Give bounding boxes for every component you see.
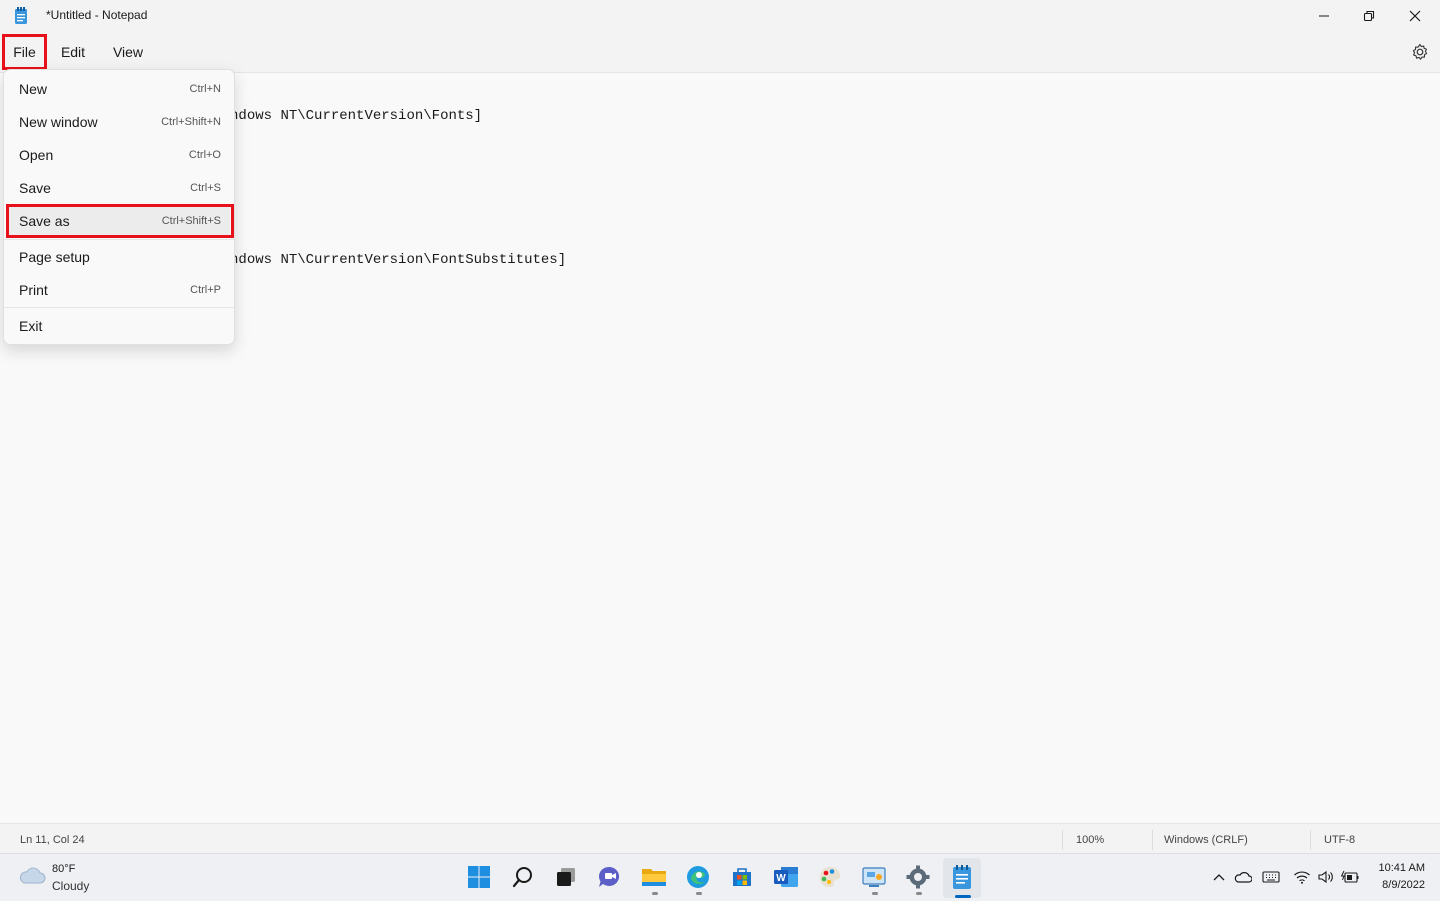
search-button[interactable]: [510, 864, 536, 890]
status-divider: [1310, 830, 1311, 850]
running-indicator: [652, 892, 658, 895]
volume-button[interactable]: [1317, 869, 1335, 885]
network-button[interactable]: [1293, 869, 1311, 885]
restore-icon: [1363, 10, 1375, 22]
show-hidden-icons-button[interactable]: [1210, 869, 1228, 885]
search-icon: [512, 867, 532, 888]
battery-charging-icon: [1341, 870, 1359, 883]
status-divider: [1062, 830, 1063, 850]
notepad-app-icon: [15, 7, 27, 24]
menu-edit[interactable]: Edit: [52, 36, 94, 68]
task-view-icon: [557, 868, 575, 886]
edge-icon: [687, 866, 709, 888]
menu-item-new-window[interactable]: New window Ctrl+Shift+N: [8, 107, 230, 137]
paint-icon: [819, 867, 841, 887]
menu-item-save[interactable]: Save Ctrl+S: [8, 173, 230, 203]
start-button[interactable]: [466, 864, 492, 890]
window-title: *Untitled - Notepad: [46, 8, 148, 22]
menu-item-page-setup[interactable]: Page setup: [8, 242, 230, 272]
menu-item-open[interactable]: Open Ctrl+O: [8, 140, 230, 170]
word-button[interactable]: W: [773, 864, 799, 890]
keyboard-icon: [1262, 871, 1280, 883]
battery-button[interactable]: [1341, 869, 1359, 885]
chat-button[interactable]: [597, 864, 623, 890]
running-indicator: [696, 892, 702, 895]
menu-item-new[interactable]: New Ctrl+N: [8, 74, 230, 104]
status-divider: [1152, 830, 1153, 850]
start-icon: [468, 866, 490, 888]
active-indicator: [955, 895, 971, 898]
menu-separator: [4, 307, 234, 308]
wifi-icon: [1294, 871, 1310, 884]
settings-app-button[interactable]: [905, 864, 931, 890]
running-indicator: [916, 892, 922, 895]
cursor-position: Ln 11, Col 24: [20, 834, 85, 846]
zoom-level: 100%: [1076, 834, 1105, 846]
teams-chat-icon: [598, 866, 620, 887]
paint-button[interactable]: [817, 864, 843, 890]
line-ending: Windows (CRLF): [1164, 834, 1248, 846]
running-indicator: [872, 892, 878, 895]
keyboard-button[interactable]: [1262, 869, 1280, 885]
store-icon: [733, 868, 751, 886]
menu-separator: [4, 239, 234, 240]
volume-icon: [1318, 870, 1333, 884]
save-as-highlight-box: [6, 204, 234, 238]
control-panel-icon: [862, 867, 886, 887]
onedrive-button[interactable]: [1234, 869, 1252, 885]
menu-item-exit[interactable]: Exit: [8, 311, 230, 341]
close-button[interactable]: [1392, 0, 1438, 32]
clock-time: 10:41 AM: [1378, 862, 1425, 874]
settings-button[interactable]: [1410, 42, 1430, 62]
minimize-button[interactable]: [1301, 0, 1347, 32]
encoding: UTF-8: [1324, 834, 1356, 846]
file-explorer-icon: [642, 869, 666, 886]
taskbar: 80°F Cloudy W 10:41 AM 8/9/2022: [0, 853, 1440, 901]
menu-item-print[interactable]: Print Ctrl+P: [8, 275, 230, 305]
minimize-icon: [1319, 15, 1329, 17]
task-view-button[interactable]: [553, 864, 579, 890]
onedrive-icon: [1234, 872, 1252, 883]
notepad-taskbar-button[interactable]: [949, 864, 975, 890]
status-bar: Ln 11, Col 24 100% Windows (CRLF) UTF-8: [0, 823, 1440, 854]
weather-temperature: 80°F: [52, 863, 76, 875]
svg-text:W: W: [776, 873, 786, 884]
edge-button[interactable]: [685, 864, 711, 890]
gear-icon: [1412, 43, 1428, 60]
title-bar: *Untitled - Notepad: [0, 0, 1440, 32]
clock-date: 8/9/2022: [1382, 879, 1425, 891]
menu-view[interactable]: View: [104, 36, 152, 68]
chevron-up-icon: [1213, 874, 1225, 881]
file-explorer-button[interactable]: [641, 864, 667, 890]
menu-file[interactable]: File: [2, 34, 47, 70]
notepad-icon: [953, 865, 971, 889]
weather-condition: Cloudy: [52, 879, 90, 893]
close-icon: [1409, 10, 1421, 22]
control-panel-button[interactable]: [861, 864, 887, 890]
restore-button[interactable]: [1346, 0, 1392, 32]
menu-bar: File Edit View: [0, 32, 1440, 73]
cloud-icon: [19, 867, 46, 884]
settings-icon: [906, 865, 930, 889]
store-button[interactable]: [729, 864, 755, 890]
word-icon: W: [774, 867, 798, 887]
